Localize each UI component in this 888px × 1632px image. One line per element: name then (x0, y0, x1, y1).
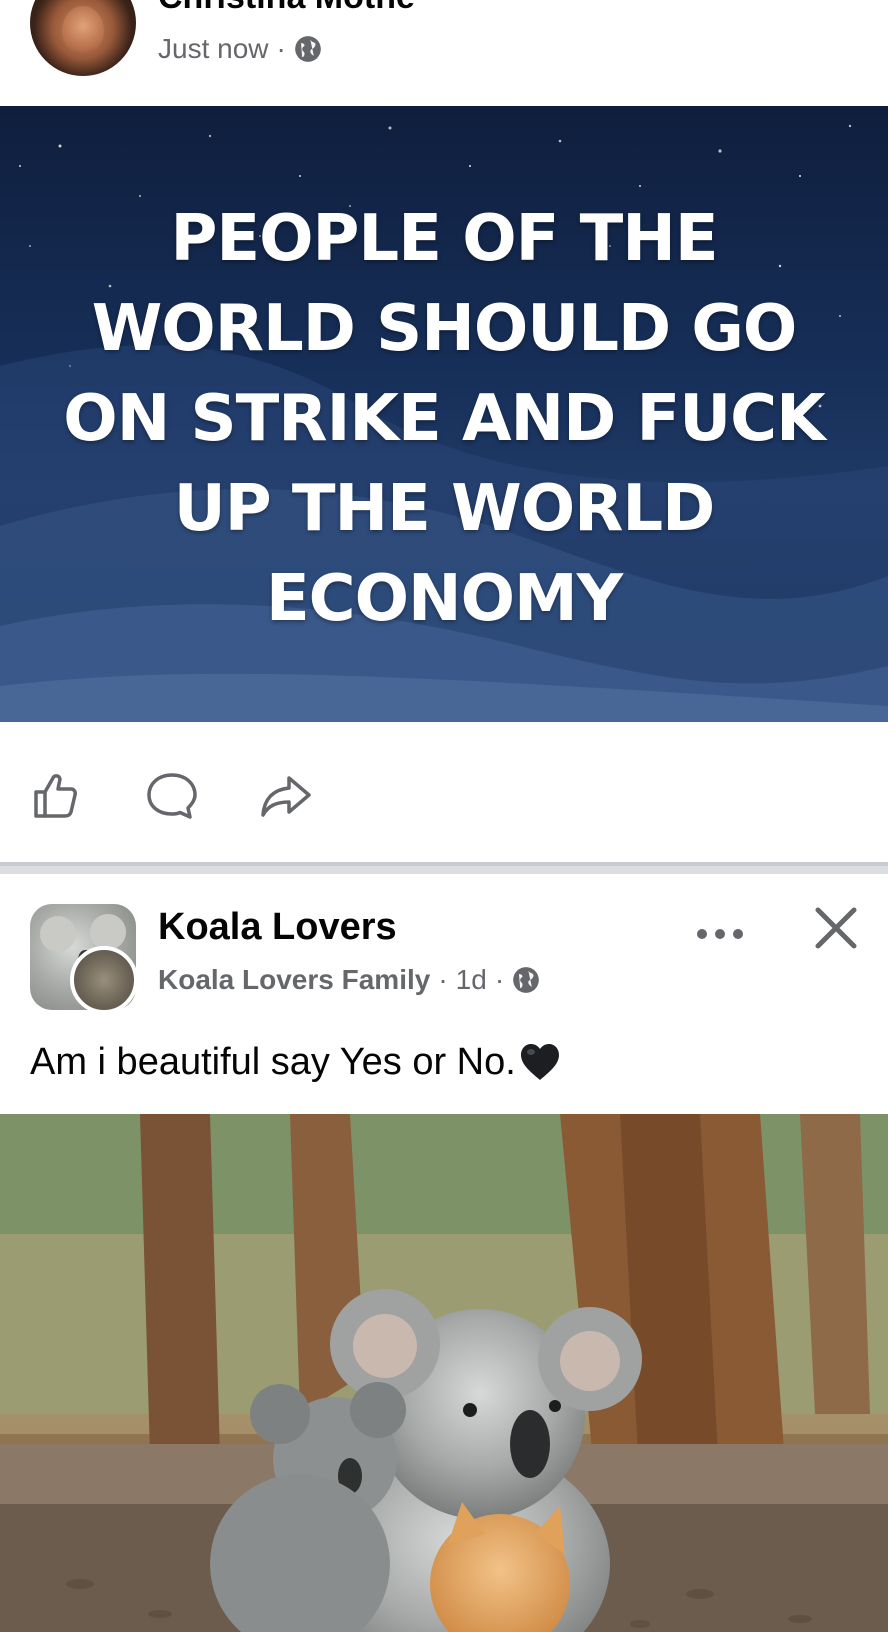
black-heart-emoji (520, 1044, 559, 1080)
koala-ear (40, 916, 76, 952)
koala-ear (90, 914, 126, 950)
share-icon[interactable] (258, 768, 314, 824)
group-post: Koala Lovers Koala Lovers Family · 1d · … (0, 874, 888, 1632)
post-text-content: Am i beautiful say Yes or No. (30, 1040, 516, 1083)
author-avatar[interactable] (30, 0, 136, 76)
meta-separator: · (276, 33, 286, 64)
globe-icon (294, 36, 321, 62)
meta-separator: · (494, 964, 505, 995)
post-meta: Koala Lovers Family · 1d · (158, 964, 540, 996)
group-name-link[interactable]: Koala Lovers Family (158, 964, 430, 996)
like-icon[interactable] (30, 768, 86, 824)
avatar-face (62, 6, 104, 56)
meta-separator: · (438, 964, 448, 995)
post-text: Am i beautiful say Yes or No. (30, 1040, 562, 1084)
more-options-icon[interactable] (694, 922, 746, 946)
close-icon[interactable] (810, 902, 862, 954)
post-image-text-card[interactable]: PEOPLE OF THE WORLD SHOULD GO ON STRIKE … (0, 106, 888, 722)
comment-icon[interactable] (144, 768, 200, 824)
member-avatar[interactable] (70, 946, 138, 1014)
feed-divider (0, 862, 888, 874)
image-caption: PEOPLE OF THE WORLD SHOULD GO ON STRIKE … (63, 202, 825, 636)
post-timestamp[interactable]: 1d (456, 964, 487, 996)
post-meta: Just now · (158, 33, 322, 65)
post-actions-bar (0, 722, 888, 862)
post-header: Christina Mothe Just now · (0, 0, 888, 106)
globe-icon (513, 967, 539, 993)
post-timestamp[interactable]: Just now (158, 33, 269, 65)
koala-photo (0, 1114, 888, 1632)
author-name[interactable]: Christina Mothe (158, 0, 415, 17)
post-image-koala[interactable] (0, 1114, 888, 1632)
group-title[interactable]: Koala Lovers (158, 906, 397, 949)
